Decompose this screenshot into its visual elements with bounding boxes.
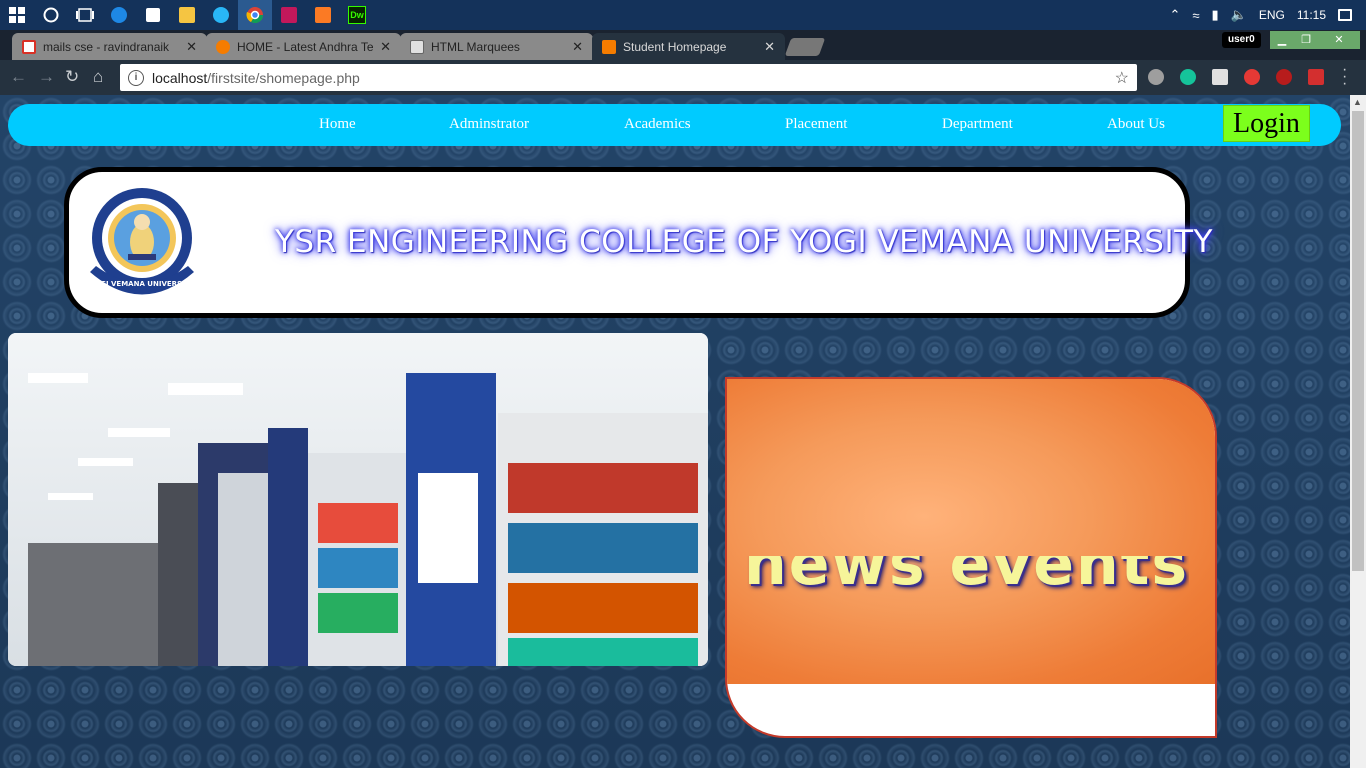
ie-icon[interactable] [204, 0, 238, 30]
minimize-button[interactable]: ▁ [1270, 31, 1294, 49]
url-host: localhost [152, 69, 208, 86]
xampp-icon[interactable] [306, 0, 340, 30]
web-page: Home Adminstrator Academics Placement De… [0, 95, 1350, 768]
gmail-icon [22, 39, 36, 54]
news-events-heading: news events [744, 529, 1190, 599]
site-navigation-bar: Home Adminstrator Academics Placement De… [8, 104, 1341, 146]
seal-text: YOGI VEMANA UNIVERSITY [88, 280, 195, 288]
forward-icon[interactable]: → [38, 67, 55, 87]
tab-title: mails cse - ravindranaik [43, 39, 170, 54]
language-indicator[interactable]: ENG [1259, 8, 1285, 22]
login-button[interactable]: Login [1223, 105, 1310, 142]
extension-cloud-icon[interactable] [1148, 69, 1164, 85]
close-window-button[interactable]: ✕ [1318, 31, 1360, 49]
chrome-menu-icon[interactable]: · · · [1342, 62, 1347, 92]
winrar-icon[interactable] [272, 0, 306, 30]
close-icon[interactable]: ✕ [572, 39, 583, 55]
windows-start-icon[interactable] [0, 0, 34, 30]
nav-home[interactable]: Home [319, 116, 356, 133]
browser-tab[interactable]: HTML Marquees ✕ [400, 33, 593, 60]
info-icon[interactable]: i [128, 69, 144, 86]
tab-title: HTML Marquees [431, 39, 520, 54]
file-explorer-icon[interactable] [170, 0, 204, 30]
library-photo [8, 333, 708, 666]
chevron-up-icon[interactable]: ⌃ [1169, 7, 1180, 23]
address-url[interactable]: localhost/firstsite/shomepage.php [152, 70, 1115, 86]
dreamweaver-label: Dw [348, 6, 366, 24]
bookmark-star-icon[interactable]: ☆ [1115, 68, 1129, 88]
task-view-icon[interactable] [68, 0, 102, 30]
nav-academics[interactable]: Academics [624, 116, 691, 133]
college-title: YSR ENGINEERING COLLEGE OF YOGI VEMANA U… [275, 224, 1213, 260]
tab-title: HOME - Latest Andhra Te [237, 39, 374, 54]
browser-tab[interactable]: HOME - Latest Andhra Te ✕ [206, 33, 401, 60]
pocket-icon[interactable] [1244, 69, 1260, 85]
maximize-button[interactable]: ❐ [1294, 31, 1318, 49]
dreamweaver-icon[interactable]: Dw [340, 0, 374, 30]
wifi-icon[interactable]: ≈ [1192, 8, 1199, 23]
home-icon[interactable]: ⌂ [93, 67, 103, 87]
reload-icon[interactable]: ↻ [65, 67, 79, 87]
windows-taskbar: Dw ⌃ ≈ ▮ 🔈 ENG 11:15 [0, 0, 1366, 30]
address-bar[interactable]: i localhost/firstsite/shomepage.php ☆ [120, 64, 1137, 91]
extension-blocker-icon[interactable] [1276, 69, 1292, 85]
browser-tab[interactable]: mails cse - ravindranaik ✕ [12, 33, 207, 60]
close-icon[interactable]: ✕ [764, 39, 775, 55]
tab-title: Student Homepage [623, 39, 727, 54]
close-icon[interactable]: ✕ [186, 39, 197, 55]
university-seal-icon: YOGI VEMANA UNIVERSITY [88, 188, 195, 295]
nav-adminstrator[interactable]: Adminstrator [449, 116, 529, 133]
system-tray: ⌃ ≈ ▮ 🔈 ENG 11:15 [1169, 0, 1366, 30]
news-events-banner: news events [727, 379, 1215, 684]
browser-tab-active[interactable]: Student Homepage ✕ [592, 33, 785, 60]
scroll-up-icon[interactable]: ▲ [1353, 97, 1362, 107]
back-icon[interactable]: ← [10, 67, 27, 87]
nav-department[interactable]: Department [942, 116, 1013, 133]
xampp-favicon-icon [602, 39, 616, 54]
news-events-panel: news events [725, 377, 1217, 738]
chrome-icon[interactable] [238, 0, 272, 30]
edge-icon[interactable] [102, 0, 136, 30]
url-path: /firstsite/shomepage.php [207, 69, 360, 86]
nav-placement[interactable]: Placement [785, 116, 847, 133]
grammarly-icon[interactable] [1180, 69, 1196, 85]
search-circle-icon[interactable] [34, 0, 68, 30]
tab-strip: mails cse - ravindranaik ✕ HOME - Latest… [0, 30, 1366, 60]
extension-puzzle-icon[interactable] [1212, 69, 1228, 85]
notification-icon[interactable] [1338, 9, 1352, 21]
battery-icon[interactable]: ▮ [1212, 7, 1219, 23]
store-icon[interactable] [136, 0, 170, 30]
college-header-card: YOGI VEMANA UNIVERSITY YSR ENGINEERING C… [64, 167, 1213, 318]
browser-toolbar: ← → ↻ ⌂ i localhost/firstsite/shomepage.… [0, 60, 1366, 95]
clock[interactable]: 11:15 [1297, 8, 1326, 22]
new-tab-button[interactable] [784, 38, 826, 56]
page-scrollbar[interactable]: ▲ [1350, 95, 1366, 768]
close-icon[interactable]: ✕ [380, 39, 391, 55]
pdf-icon[interactable] [1308, 69, 1324, 85]
site-favicon-icon [216, 39, 230, 54]
site-favicon-icon [410, 39, 424, 54]
scrollbar-thumb[interactable] [1352, 111, 1364, 571]
profile-button[interactable]: user0 [1222, 32, 1261, 48]
volume-icon[interactable]: 🔈 [1231, 7, 1247, 23]
nav-about-us[interactable]: About Us [1107, 116, 1165, 133]
